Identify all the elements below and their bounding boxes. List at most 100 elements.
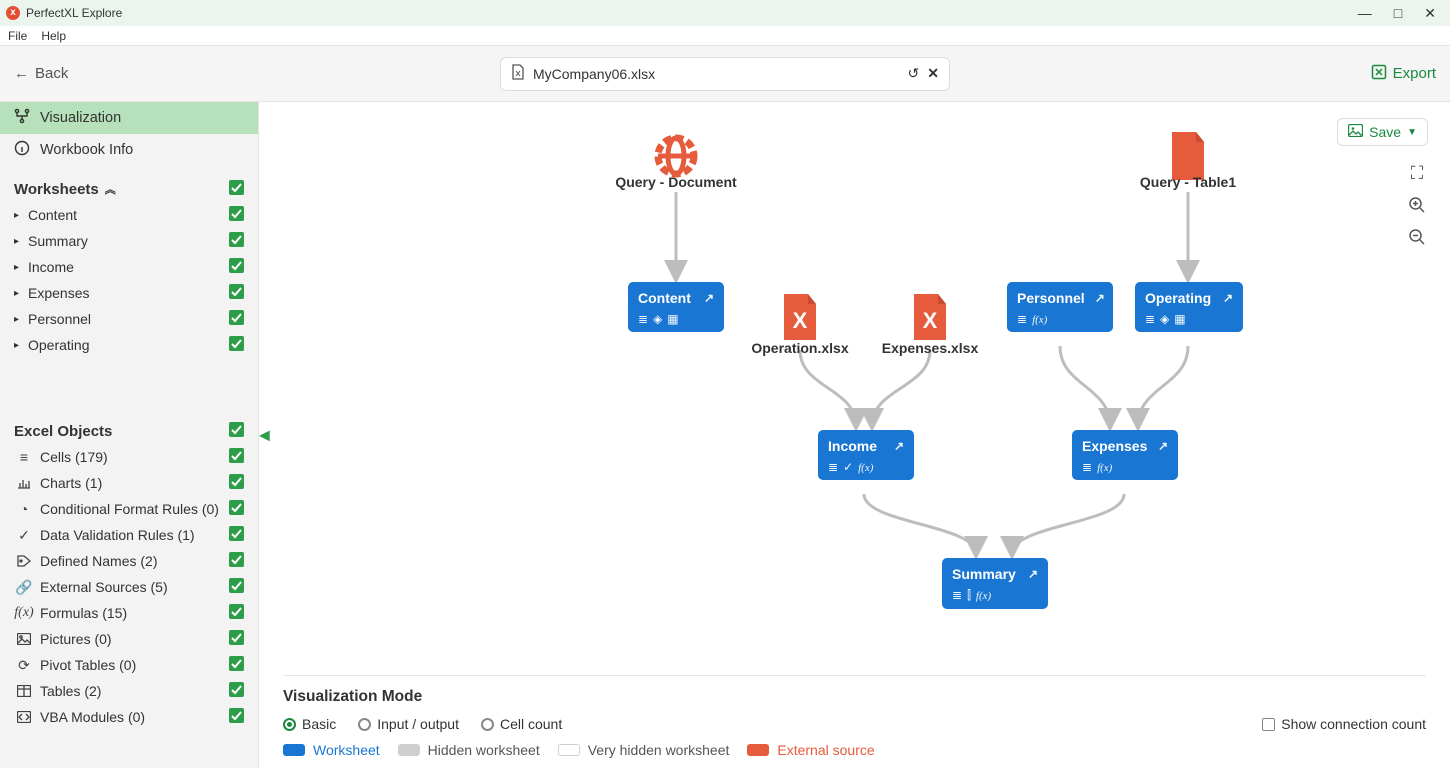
open-icon[interactable]: ↗	[1158, 439, 1168, 453]
titlebar: x PerfectXL Explore — □ ✕	[0, 0, 1450, 26]
open-icon[interactable]: ↗	[894, 439, 904, 453]
worksheet-item[interactable]: ▸Operating	[0, 332, 258, 358]
vm-mode-option[interactable]: Basic	[283, 716, 336, 732]
check-icon[interactable]	[229, 500, 244, 518]
worksheet-item[interactable]: ▸Content	[0, 202, 258, 228]
check-icon[interactable]	[229, 206, 244, 224]
header: ← Back MyCompany06.xlsx ↺ ✕ Export	[0, 46, 1450, 102]
export-button[interactable]: Export	[1371, 64, 1436, 84]
vm-mode-label: Input / output	[377, 716, 459, 732]
chart-icon: ⫿	[967, 588, 971, 603]
check-icon[interactable]	[229, 336, 244, 354]
excel-object-item[interactable]: Defined Names (2)	[0, 548, 258, 574]
check-icon[interactable]	[229, 448, 244, 466]
worksheets-header[interactable]: Worksheets ︽	[0, 172, 258, 202]
sidebar-collapse-icon[interactable]: ◀	[259, 427, 270, 444]
worksheet-item[interactable]: ▸Personnel	[0, 306, 258, 332]
legend-item: Hidden worksheet	[398, 742, 540, 758]
excel-object-item[interactable]: Pictures (0)	[0, 626, 258, 652]
check-icon[interactable]	[229, 604, 244, 622]
menu-file[interactable]: File	[8, 29, 27, 43]
window-title: PerfectXL Explore	[26, 6, 122, 20]
check-icon[interactable]	[229, 284, 244, 302]
legend-item: Very hidden worksheet	[558, 742, 730, 758]
excel-objects-header-label: Excel Objects	[14, 423, 112, 440]
check-icon[interactable]	[229, 232, 244, 250]
open-icon[interactable]: ↗	[704, 291, 714, 305]
check-icon[interactable]	[229, 180, 244, 198]
worksheet-node-content[interactable]: Content↗≣◈▦	[628, 282, 724, 332]
check-icon[interactable]	[229, 552, 244, 570]
nav-label: Workbook Info	[40, 142, 133, 158]
legend-swatch	[558, 744, 580, 756]
check-icon[interactable]	[229, 708, 244, 726]
excel-objects-header[interactable]: Excel Objects	[0, 414, 258, 444]
vm-mode-option[interactable]: Input / output	[358, 716, 459, 732]
excel-object-item[interactable]: Charts (1)	[0, 470, 258, 496]
excel-object-item[interactable]: ≡Cells (179)	[0, 444, 258, 470]
vm-mode-label: Basic	[302, 716, 336, 732]
excel-object-item[interactable]: ◔Conditional Format Rules (0)	[0, 496, 258, 522]
worksheets-header-label: Worksheets	[14, 181, 99, 198]
external-source-label: Query - Document	[615, 174, 736, 190]
fx-icon: f(x)	[976, 588, 991, 603]
open-icon[interactable]: ↗	[1223, 291, 1233, 305]
minimize-icon[interactable]: —	[1358, 6, 1372, 20]
menu-help[interactable]: Help	[41, 29, 66, 43]
check-icon[interactable]	[229, 526, 244, 544]
canvas[interactable]: Save ▼ ⛶ Query - DocumentQuery - Table1X…	[259, 102, 1450, 768]
undo-icon[interactable]: ↺	[908, 65, 920, 82]
maximize-icon[interactable]: □	[1394, 6, 1402, 20]
list-icon: ≡	[14, 449, 34, 465]
check-icon[interactable]	[229, 578, 244, 596]
show-connection-label: Show connection count	[1281, 716, 1426, 732]
check-icon[interactable]	[229, 656, 244, 674]
app-logo-icon: x	[6, 6, 20, 20]
check-icon[interactable]	[229, 422, 244, 440]
check-icon[interactable]	[229, 474, 244, 492]
excel-object-item[interactable]: 🔗External Sources (5)	[0, 574, 258, 600]
excel-object-label: Tables (2)	[40, 683, 101, 699]
open-icon[interactable]: ↗	[1028, 567, 1038, 581]
worksheet-node-operating[interactable]: Operating↗≣◈▦	[1135, 282, 1243, 332]
open-icon[interactable]: ↗	[1095, 291, 1105, 305]
excel-object-item[interactable]: ⟳Pivot Tables (0)	[0, 652, 258, 678]
show-connection-count-toggle[interactable]: Show connection count	[1262, 716, 1426, 732]
worksheet-node-expenses[interactable]: Expenses↗≣f(x)	[1072, 430, 1178, 480]
excel-object-label: VBA Modules (0)	[40, 709, 145, 725]
clear-icon[interactable]: ✕	[927, 65, 939, 82]
external-source-icon[interactable]: X	[911, 294, 949, 343]
tag-icon: ◈	[653, 312, 662, 326]
external-source-icon[interactable]: X	[781, 294, 819, 343]
check-icon[interactable]	[229, 630, 244, 648]
sidebar-nav-workbook-info[interactable]: Workbook Info	[0, 134, 258, 166]
close-icon[interactable]: ✕	[1424, 6, 1436, 20]
radio-icon	[358, 718, 371, 731]
sidebar-nav-visualization[interactable]: Visualization	[0, 102, 258, 134]
excel-object-item[interactable]: Tables (2)	[0, 678, 258, 704]
legend-label: External source	[777, 742, 874, 758]
check-icon[interactable]	[229, 258, 244, 276]
excel-object-item[interactable]: ✓Data Validation Rules (1)	[0, 522, 258, 548]
tag-icon: ◈	[1160, 312, 1169, 326]
worksheet-item[interactable]: ▸Income	[0, 254, 258, 280]
worksheet-item[interactable]: ▸Summary	[0, 228, 258, 254]
excel-object-item[interactable]: VBA Modules (0)	[0, 704, 258, 730]
worksheet-item[interactable]: ▸Expenses	[0, 280, 258, 306]
check-icon[interactable]	[229, 682, 244, 700]
excel-object-item[interactable]: f(x)Formulas (15)	[0, 600, 258, 626]
nav-label: Visualization	[40, 110, 121, 126]
cond-icon: ◔	[14, 501, 34, 517]
worksheet-node-personnel[interactable]: Personnel↗≣f(x)	[1007, 282, 1113, 332]
worksheet-label: Content	[28, 207, 77, 223]
external-source-label: Expenses.xlsx	[882, 340, 979, 356]
legend-label: Very hidden worksheet	[588, 742, 730, 758]
menubar: File Help	[0, 26, 1450, 46]
sidebar: VisualizationWorkbook Info Worksheets ︽ …	[0, 102, 259, 768]
vm-mode-option[interactable]: Cell count	[481, 716, 562, 732]
worksheet-node-income[interactable]: Income↗≣✓f(x)	[818, 430, 914, 480]
legend-item: Worksheet	[283, 742, 380, 758]
worksheet-node-summary[interactable]: Summary↗≣⫿f(x)	[942, 558, 1048, 609]
check-icon[interactable]	[229, 310, 244, 328]
back-button[interactable]: ← Back	[14, 65, 68, 82]
